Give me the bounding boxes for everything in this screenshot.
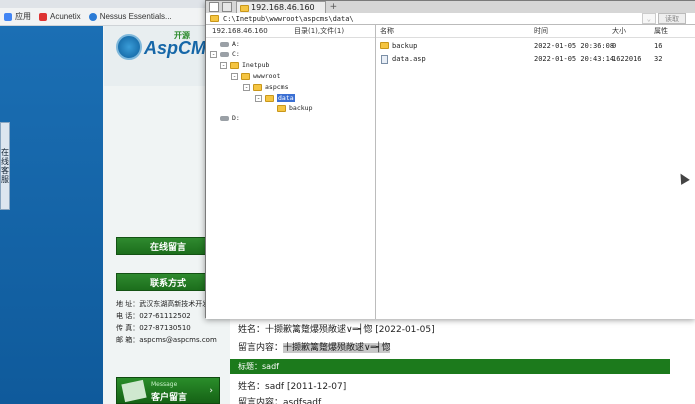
file-list-pane: 名称 时间 大小 属性 backup 2022-01-05 20:36:08 0…	[376, 25, 695, 319]
column-header-time[interactable]: 时间	[534, 25, 548, 37]
column-header-size[interactable]: 大小	[612, 25, 626, 37]
tree-label: aspcms	[265, 83, 289, 91]
entry-title-bar: 标题：sadf	[230, 359, 670, 374]
file-attr: 32	[654, 55, 663, 63]
bookmark-nessus[interactable]: Nessus Essentials...	[88, 12, 172, 21]
host-header: 192.168.46.160	[212, 27, 268, 35]
folder-icon	[210, 15, 219, 22]
entry-name-line: 姓名：十撷歉篱蹩爆殒敞逑∨═┥惚 [2022-01-05]	[238, 325, 435, 335]
tab-host[interactable]: 192.168.46.160	[236, 1, 326, 13]
bookmark-label: 应用	[15, 12, 31, 21]
folder-icon	[277, 104, 286, 112]
contact-fax: 传 真：027-87130510	[116, 324, 191, 332]
drive-icon	[220, 41, 229, 47]
column-header-attr[interactable]: 属性	[654, 25, 668, 37]
folder-icon	[240, 5, 249, 12]
logo-subtitle: 开源	[174, 31, 190, 40]
column-header-name[interactable]: 名称	[380, 25, 394, 37]
arrow-right-icon: ›	[209, 386, 213, 396]
header-divider	[206, 37, 375, 38]
tree-item-a[interactable]: A:	[220, 39, 240, 49]
customer-message-button[interactable]: Message 客户留言 ›	[116, 377, 220, 404]
file-size: 1622016	[612, 55, 642, 63]
entry-content-value: 十撷歉篱蹩爆殒敞逑∨═┥惚	[283, 343, 391, 353]
logo-badge-icon	[116, 34, 142, 60]
tree-item-data[interactable]: - data	[255, 93, 295, 103]
bookmark-label: Nessus Essentials...	[99, 12, 172, 21]
new-tab-plus-icon[interactable]: +	[330, 2, 338, 12]
entry-content-label: 留言内容：	[238, 343, 284, 353]
path-bar: C:\Inetpub\wwwroot\aspcms\data\ ⌄ 读取	[206, 13, 695, 25]
online-service-tab[interactable]: 在线客服	[0, 122, 10, 210]
tree-item-aspcms[interactable]: - aspcms	[243, 82, 288, 92]
header-divider	[376, 37, 695, 38]
bookmark-acunetix[interactable]: Acunetix	[39, 12, 81, 21]
entry-content-line: 留言内容：asdfsadf	[238, 398, 322, 404]
file-size: 0	[612, 42, 617, 50]
file-time: 2022-01-05 20:36:08	[534, 42, 615, 50]
file-name: backup	[392, 42, 418, 50]
folder-icon	[265, 94, 274, 102]
file-attr: 16	[654, 42, 663, 50]
collapse-toggle[interactable]: -	[220, 61, 227, 69]
drive-icon	[220, 115, 229, 121]
file-manager-window: 192.168.46.160 + C:\Inetpub\wwwroot\aspc…	[205, 0, 695, 319]
file-time: 2022-01-05 20:43:14	[534, 55, 615, 63]
tree-label: D:	[232, 114, 240, 122]
tree-item-d[interactable]: D:	[220, 113, 240, 123]
folder-icon	[380, 42, 389, 49]
tree-label: Inetpub	[242, 61, 270, 69]
bookmark-label: Acunetix	[50, 12, 81, 21]
nessus-icon	[88, 12, 97, 21]
path-input[interactable]: C:\Inetpub\wwwroot\aspcms\data\	[223, 15, 354, 23]
apps-grid-icon	[4, 12, 12, 21]
contact-email: 邮 箱：aspcms@aspcms.com	[116, 336, 217, 344]
online-service-label: 在线客服	[0, 148, 10, 184]
left-blue-strip	[0, 26, 103, 404]
file-row[interactable]: backup 2022-01-05 20:36:08 0 16	[376, 40, 695, 53]
fm-tab-bar: 192.168.46.160 +	[206, 1, 695, 13]
tree-label: backup	[289, 104, 313, 112]
tree-item-backup[interactable]: backup	[277, 103, 312, 113]
tree-item-inetpub[interactable]: - Inetpub	[220, 60, 269, 70]
dir-count-header: 目录(1),文件(1)	[294, 27, 345, 35]
collapse-toggle[interactable]: -	[210, 50, 217, 58]
tree-item-wwwroot[interactable]: - wwwroot	[231, 71, 280, 81]
folder-icon	[253, 83, 262, 91]
read-button[interactable]: 读取	[658, 13, 686, 24]
blank-tab-icon[interactable]	[222, 2, 232, 12]
tree-label-selected: data	[277, 94, 295, 102]
entry-content-line: 留言内容：十撷歉篱蹩爆殒敞逑∨═┥惚	[238, 340, 391, 353]
message-big-label: 客户留言	[151, 393, 188, 403]
drive-icon	[220, 51, 229, 57]
entry-name-line: 姓名：sadf [2011-12-07]	[238, 382, 347, 392]
folder-icon	[241, 72, 250, 80]
file-name: data.asp	[392, 55, 426, 63]
file-row[interactable]: data.asp 2022-01-05 20:43:14 1622016 32	[376, 53, 695, 66]
directory-tree-pane: 192.168.46.160 目录(1),文件(1) A: - C: - Ine…	[206, 25, 376, 319]
watermark: CSDN @LaPluie985	[555, 381, 681, 396]
window-icon	[209, 2, 219, 12]
envelope-icon	[121, 379, 147, 403]
tree-item-c[interactable]: - C:	[210, 49, 240, 59]
acunetix-icon	[39, 12, 47, 21]
tree-label: A:	[232, 40, 240, 48]
collapse-toggle[interactable]: -	[231, 72, 238, 80]
mouse-cursor-icon	[676, 171, 690, 185]
chevron-down-icon[interactable]: ⌄	[641, 13, 656, 24]
tree-label: C:	[232, 50, 240, 58]
folder-icon	[230, 61, 239, 69]
collapse-toggle[interactable]: -	[255, 94, 262, 102]
message-small-label: Message	[151, 381, 178, 388]
tree-label: wwwroot	[253, 72, 281, 80]
tab-label: 192.168.46.160	[251, 3, 315, 12]
bookmark-apps[interactable]: 应用	[4, 11, 31, 22]
file-icon	[381, 55, 388, 64]
collapse-toggle[interactable]: -	[243, 83, 250, 91]
